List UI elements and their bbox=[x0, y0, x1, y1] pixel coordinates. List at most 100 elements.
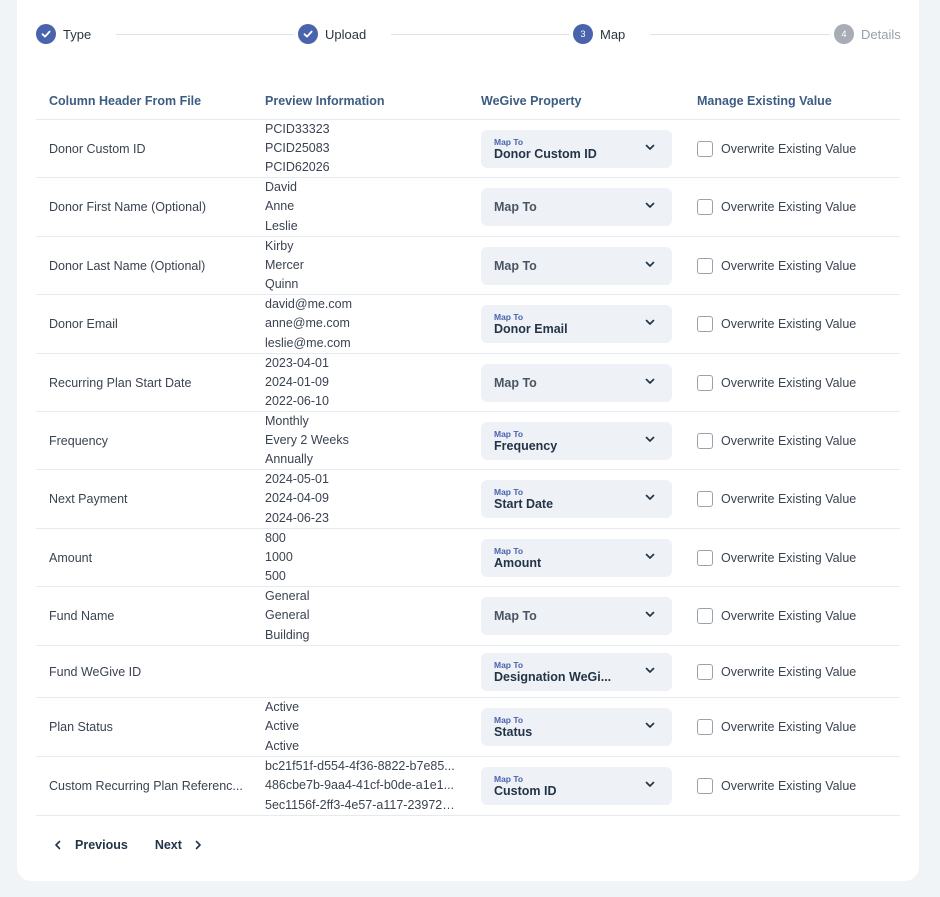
overwrite-checkbox[interactable] bbox=[697, 432, 713, 449]
preview-cell: Monthly Every 2 Weeks Annually bbox=[265, 412, 470, 469]
stepper-connector bbox=[391, 34, 569, 35]
selected-property: Donor Email bbox=[494, 322, 568, 336]
preview-value: anne@me.com bbox=[265, 316, 350, 331]
column-name: Frequency bbox=[49, 433, 109, 448]
property-select[interactable]: Map To bbox=[481, 188, 672, 226]
table-row: Next Payment 2024-05-01 2024-04-09 2024-06-… bbox=[36, 470, 900, 529]
next-button[interactable]: Next bbox=[155, 838, 203, 852]
property-select[interactable]: Map To Start Date bbox=[481, 480, 672, 518]
table-row: Custom Recurring Plan Referenc... bc21f51… bbox=[36, 757, 900, 816]
selected-property: Donor Custom ID bbox=[494, 146, 597, 161]
overwrite-checkbox[interactable] bbox=[697, 719, 713, 735]
preview-value: Leslie bbox=[265, 218, 298, 233]
overwrite-checkbox[interactable] bbox=[697, 663, 713, 680]
pagination: Previous Next bbox=[53, 838, 203, 852]
overwrite-label: Overwrite Existing Value bbox=[721, 317, 857, 331]
check-icon bbox=[298, 24, 318, 44]
overwrite-checkbox[interactable] bbox=[697, 778, 713, 794]
overwrite-checkbox[interactable] bbox=[697, 608, 713, 624]
check-icon bbox=[36, 24, 56, 44]
overwrite-label: Overwrite Existing Value bbox=[721, 375, 857, 390]
preview-value: david@me.com bbox=[265, 297, 353, 312]
column-name: Custom Recurring Plan Referenc... bbox=[49, 779, 243, 793]
overwrite-label: Overwrite Existing Value bbox=[721, 200, 857, 214]
chevron-down-icon bbox=[645, 553, 655, 559]
select-caption: Map To bbox=[494, 312, 524, 322]
property-select[interactable]: Map To Status bbox=[481, 708, 672, 746]
overwrite-option: Overwrite Existing Value bbox=[697, 663, 897, 680]
overwrite-checkbox[interactable] bbox=[697, 491, 713, 507]
preview-value: Quinn bbox=[265, 277, 299, 291]
property-select[interactable]: Map To Donor Custom ID bbox=[481, 129, 672, 168]
preview-cell: 800 1000 500 bbox=[265, 529, 470, 586]
preview-value: 2024-06-23 bbox=[265, 510, 329, 525]
chevron-down-icon bbox=[645, 494, 655, 500]
overwrite-label: Overwrite Existing Value bbox=[721, 664, 857, 679]
select-placeholder: Map To bbox=[494, 375, 537, 390]
preview-value: leslie@me.com bbox=[265, 335, 351, 350]
column-name: Donor Last Name (Optional) bbox=[49, 258, 206, 273]
chevron-down-icon bbox=[645, 261, 655, 267]
property-select[interactable]: Map To Amount bbox=[481, 538, 672, 577]
table-row: Donor Email david@me.com anne@me.com leslie… bbox=[36, 295, 900, 354]
overwrite-option: Overwrite Existing Value bbox=[697, 199, 897, 215]
step-map: 3 Map bbox=[573, 23, 634, 45]
select-placeholder: Map To bbox=[494, 258, 537, 273]
overwrite-checkbox[interactable] bbox=[697, 316, 713, 332]
preview-cell: Kirby Mercer Quinn bbox=[265, 237, 470, 294]
preview-value: 5ec1156f-2ff3-4e57-a117-239720... bbox=[265, 797, 457, 812]
table-body: Donor Custom ID PCID33323 PCID25083 PCID620… bbox=[36, 120, 900, 816]
overwrite-checkbox[interactable] bbox=[697, 257, 713, 274]
step-label: Details bbox=[861, 26, 901, 42]
property-select[interactable]: Map To bbox=[481, 597, 672, 635]
preview-value: PCID62026 bbox=[265, 160, 330, 174]
preview-cell bbox=[265, 646, 470, 697]
overwrite-option: Overwrite Existing Value bbox=[697, 432, 897, 449]
preview-value: General bbox=[265, 589, 310, 604]
chevron-down-icon bbox=[645, 667, 655, 673]
selected-property: Amount bbox=[494, 555, 542, 570]
overwrite-option: Overwrite Existing Value bbox=[697, 719, 897, 735]
property-select[interactable]: Map To Donor Email bbox=[481, 305, 672, 343]
previous-button[interactable]: Previous bbox=[53, 838, 128, 852]
chevron-down-icon bbox=[645, 319, 655, 325]
overwrite-checkbox[interactable] bbox=[697, 374, 713, 391]
preview-cell: PCID33323 PCID25083 PCID62026 bbox=[265, 120, 470, 177]
select-caption: Map To bbox=[494, 428, 524, 439]
select-caption: Map To bbox=[494, 774, 524, 784]
preview-value: Annually bbox=[265, 452, 313, 466]
property-select[interactable]: Map To Custom ID bbox=[481, 767, 672, 805]
preview-value: Every 2 Weeks bbox=[265, 433, 349, 447]
preview-cell: 2024-05-01 2024-04-09 2024-06-23 bbox=[265, 470, 470, 528]
overwrite-label: Overwrite Existing Value bbox=[721, 779, 857, 793]
property-select[interactable]: Map To bbox=[481, 363, 672, 402]
step-label: Map bbox=[600, 26, 626, 42]
step-upload: Upload bbox=[298, 23, 375, 45]
property-select[interactable]: Map To Designation WeGi... bbox=[481, 652, 672, 691]
chevron-right-icon bbox=[195, 840, 201, 850]
property-select[interactable]: Map To Frequency bbox=[481, 421, 672, 460]
preview-value: PCID33323 bbox=[265, 122, 330, 136]
select-placeholder: Map To bbox=[494, 200, 537, 214]
overwrite-checkbox[interactable] bbox=[697, 140, 713, 157]
preview-value: 2024-01-09 bbox=[265, 375, 329, 389]
preview-value: 2022-06-10 bbox=[265, 394, 329, 408]
selected-property: Status bbox=[494, 725, 533, 739]
preview-value: David bbox=[265, 180, 297, 195]
overwrite-checkbox[interactable] bbox=[697, 199, 713, 215]
header-preview-information: Preview Information bbox=[265, 94, 385, 108]
preview-value: 486cbe7b-9aa4-41cf-b0de-a1e1... bbox=[265, 778, 455, 793]
column-name: Recurring Plan Start Date bbox=[49, 375, 192, 390]
overwrite-label: Overwrite Existing Value bbox=[721, 720, 857, 734]
property-select[interactable]: Map To bbox=[481, 246, 672, 285]
overwrite-checkbox[interactable] bbox=[697, 549, 713, 566]
overwrite-option: Overwrite Existing Value bbox=[697, 491, 897, 507]
preview-value: 1000 bbox=[265, 550, 293, 564]
chevron-down-icon bbox=[645, 781, 655, 787]
table-row: Plan Status Active Active Active Map To Statu… bbox=[36, 698, 900, 757]
chevron-down-icon bbox=[645, 144, 655, 150]
column-name: Fund Name bbox=[49, 609, 115, 623]
select-caption: Map To bbox=[494, 136, 524, 147]
preview-cell: 2023-04-01 2024-01-09 2022-06-10 bbox=[265, 354, 470, 411]
column-name: Amount bbox=[49, 550, 93, 565]
